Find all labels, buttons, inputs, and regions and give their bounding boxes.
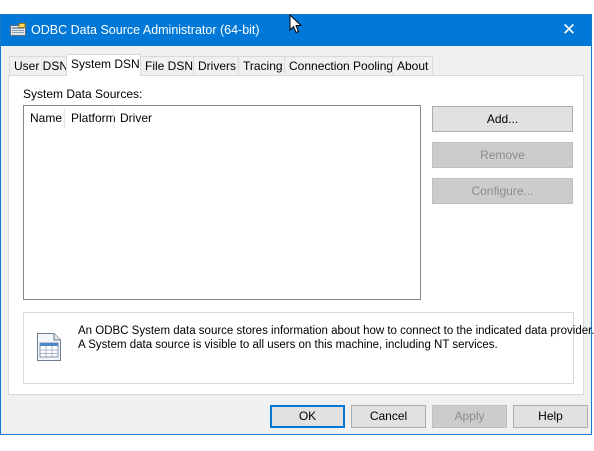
window-title: ODBC Data Source Administrator (64-bit) [31, 23, 260, 37]
system-dsn-panel: System Data Sources: Name Platform Drive… [8, 75, 594, 395]
close-button[interactable]: ✕ [547, 15, 591, 46]
column-header-platform[interactable]: Platform [65, 106, 119, 130]
tab-user-dsn[interactable]: User DSN [9, 56, 69, 74]
remove-button[interactable]: Remove [432, 142, 573, 168]
mouse-pointer-icon [289, 13, 303, 37]
tab-system-dsn[interactable]: System DSN [66, 54, 141, 76]
add-button[interactable]: Add... [432, 106, 573, 132]
tab-label: About [397, 59, 429, 73]
cancel-button[interactable]: Cancel [351, 405, 426, 428]
info-line-1: An ODBC System data source stores inform… [78, 325, 594, 337]
tab-connection-pooling[interactable]: Connection Pooling [284, 56, 393, 74]
help-button[interactable]: Help [513, 405, 588, 428]
apply-button[interactable]: Apply [432, 405, 507, 428]
tab-label: Tracing [243, 59, 283, 73]
system-data-sources-list[interactable]: Name Platform Driver [23, 105, 421, 300]
ok-button[interactable]: OK [270, 405, 345, 428]
tab-tracing[interactable]: Tracing [238, 56, 285, 74]
tab-label: Drivers [198, 59, 236, 73]
tab-about[interactable]: About [392, 56, 433, 74]
info-box: An ODBC System data source stores inform… [23, 312, 594, 384]
configure-button[interactable]: Configure... [432, 178, 573, 204]
close-icon: ✕ [561, 20, 577, 39]
info-text: An ODBC System data source stores inform… [78, 324, 594, 352]
column-header-driver[interactable]: Driver [114, 106, 200, 130]
tab-drivers[interactable]: Drivers [193, 56, 239, 74]
tab-label: File DSN [145, 59, 194, 73]
tab-label: System DSN [71, 57, 140, 71]
tab-label: User DSN [14, 59, 69, 73]
tab-file-dsn[interactable]: File DSN [140, 56, 194, 74]
odbc-admin-window: ODBC Data Source Administrator (64-bit) … [0, 14, 594, 435]
system-data-sources-label: System Data Sources: [23, 87, 143, 101]
info-line-2: A System data source is visible to all u… [78, 339, 498, 351]
document-list-icon [34, 331, 64, 366]
tab-label: Connection Pooling [289, 59, 394, 73]
odbc-admin-icon [10, 23, 26, 41]
